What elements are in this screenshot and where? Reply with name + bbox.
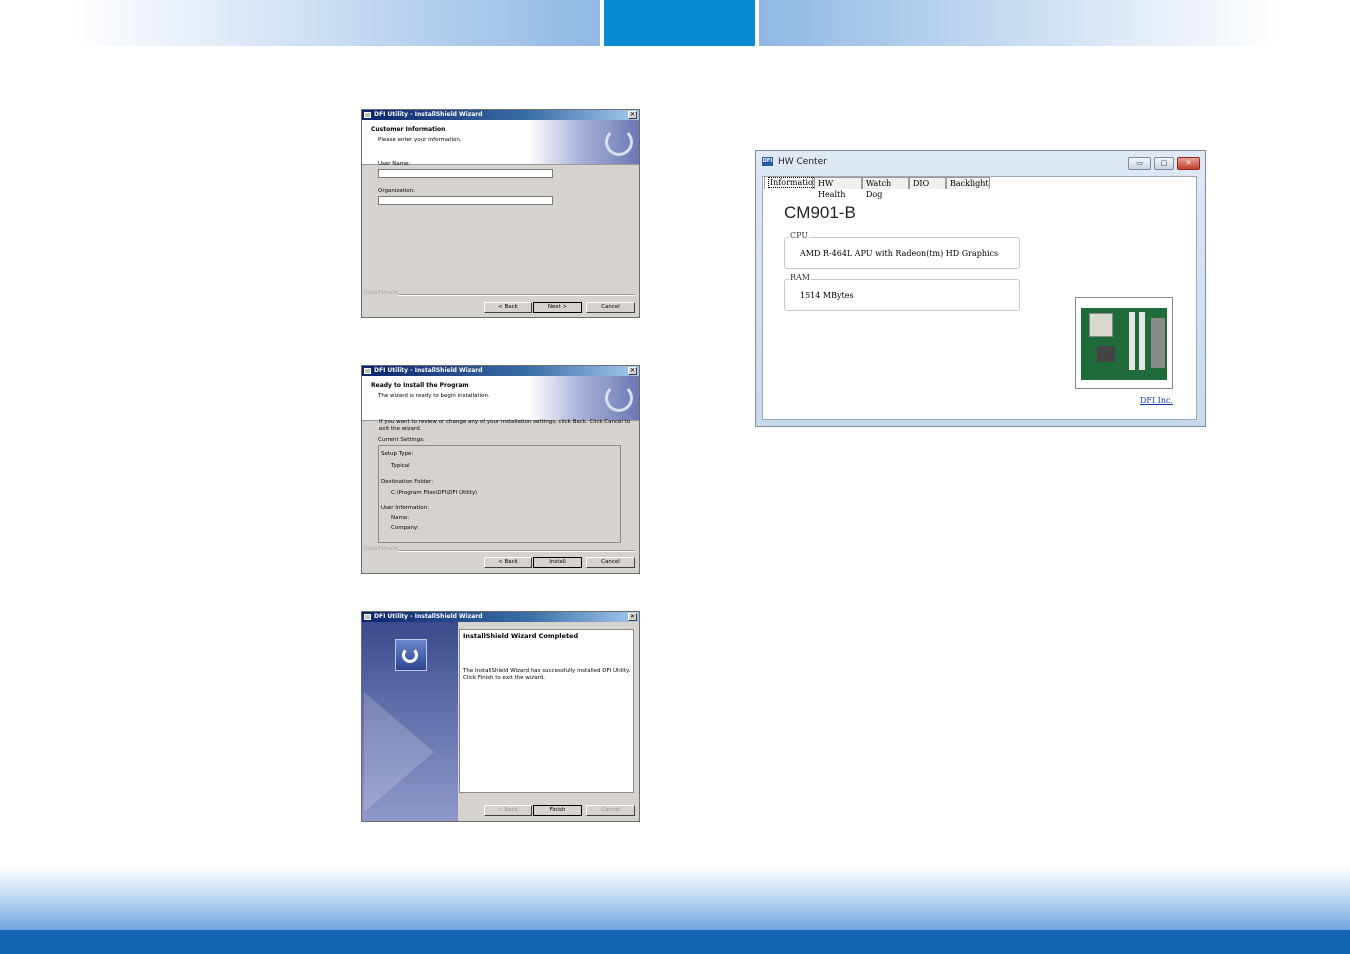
footer-bar	[0, 930, 1350, 954]
chipset	[1097, 346, 1115, 362]
instructions-line-2: exit the wizard.	[379, 426, 422, 432]
cpu-group: CPU AMD R-464L APU with Radeon(tm) HD Gr…	[784, 231, 1020, 269]
wizard-subheading: Please enter your information.	[378, 137, 462, 143]
wizard-banner: Ready to Install the Program The wizard …	[362, 376, 639, 421]
dfi-inc-link[interactable]: DFI Inc.	[1140, 396, 1173, 405]
window-titlebar: DFI Utility - InstallShield Wizard ✕	[362, 612, 639, 622]
tab-backlight[interactable]: Backlight	[946, 177, 990, 189]
motherboard-pcb	[1081, 308, 1167, 380]
user-information-label: User Information:	[381, 505, 429, 511]
current-settings-box: Setup Type: Typical Destination Folder: …	[378, 445, 621, 543]
cpu-value: AMD R-464L APU with Radeon(tm) HD Graphi…	[800, 249, 999, 258]
window-title: DFI Utility - InstallShield Wizard	[374, 613, 483, 620]
current-settings-label: Current Settings:	[378, 437, 425, 443]
tab-label: DIO	[913, 179, 930, 188]
wizard-heading: Ready to Install the Program	[371, 382, 469, 389]
close-icon[interactable]: ✕	[628, 367, 637, 375]
ram-value: 1514 MBytes	[800, 291, 854, 300]
cancel-button[interactable]: Cancel	[586, 557, 635, 568]
destination-folder-value: C:\Program Files\DFI\DFI Utility\	[391, 490, 478, 496]
installshield-window-customer-info: DFI Utility - InstallShield Wizard ✕ Cus…	[361, 109, 640, 318]
footer-band	[0, 866, 1350, 930]
divider	[398, 550, 635, 552]
tab-label: HW Health	[818, 179, 846, 199]
setup-type-label: Setup Type:	[381, 451, 414, 457]
installshield-logo-icon	[605, 384, 633, 412]
completion-panel: InstallShield Wizard Completed The Insta…	[459, 629, 634, 793]
completion-message-line-2: Click Finish to exit the wizard.	[463, 675, 545, 681]
installshield-window-completed: DFI Utility - InstallShield Wizard ✕ Ins…	[361, 611, 640, 822]
divider	[398, 294, 635, 296]
window-titlebar: DFI Utility - InstallShield Wizard ✕	[362, 110, 639, 120]
installshield-app-icon	[364, 368, 371, 374]
organization-field[interactable]	[378, 196, 553, 205]
wizard-subheading: The wizard is ready to begin installatio…	[378, 393, 490, 399]
install-button[interactable]: Install	[533, 557, 582, 568]
installshield-logo-icon	[605, 128, 633, 156]
header-band-left	[0, 0, 600, 46]
company-label: Company:	[391, 525, 419, 531]
next-button[interactable]: Next >	[533, 302, 582, 313]
tab-watch-dog[interactable]: Watch Dog	[862, 177, 909, 199]
wizard-side-panel	[362, 622, 458, 821]
tab-information[interactable]: Information	[764, 176, 821, 189]
dfi-app-icon: DFI	[762, 157, 773, 166]
ram-group: RAM 1514 MBytes	[784, 273, 1020, 311]
setup-type-value: Typical	[391, 463, 410, 469]
header-band-right	[759, 0, 1350, 46]
maximize-icon[interactable]: □	[1154, 157, 1174, 170]
instructions-line-1: If you want to review or change any of y…	[379, 419, 631, 425]
wizard-heading: Customer Information	[371, 126, 446, 133]
ram-label: RAM	[789, 273, 811, 282]
window-titlebar: DFI Utility - InstallShield Wizard ✕	[362, 366, 639, 376]
header-band-accent	[604, 0, 755, 46]
finish-button[interactable]: Finish	[533, 805, 582, 816]
close-icon[interactable]: ✕	[628, 613, 637, 621]
tab-hw-health[interactable]: HW Health	[814, 177, 862, 199]
io-ports	[1151, 318, 1165, 368]
installshield-brand: InstallShield	[364, 290, 398, 296]
back-button[interactable]: < Back	[484, 302, 532, 313]
cpu-label: CPU	[789, 231, 810, 240]
destination-folder-label: Destination Folder:	[381, 479, 434, 485]
organization-label: Organization:	[378, 188, 416, 194]
hw-center-window: DFI HW Center ▭ □ ✕ Information HW Healt…	[755, 150, 1206, 427]
tab-label: Information	[768, 177, 821, 188]
user-name-field[interactable]	[378, 169, 553, 178]
window-title: DFI Utility - InstallShield Wizard	[374, 367, 483, 374]
installshield-window-ready-to-install: DFI Utility - InstallShield Wizard ✕ Rea…	[361, 365, 640, 574]
window-titlebar: DFI HW Center ▭ □ ✕	[756, 151, 1205, 173]
completion-heading: InstallShield Wizard Completed	[463, 632, 579, 640]
side-panel-artwork	[364, 692, 434, 812]
installshield-logo-icon	[395, 639, 427, 671]
window-title: DFI Utility - InstallShield Wizard	[374, 111, 483, 118]
installshield-brand: InstallShield	[364, 546, 398, 552]
minimize-icon[interactable]: ▭	[1128, 157, 1151, 170]
cancel-button[interactable]: Cancel	[586, 302, 635, 313]
close-icon[interactable]: ✕	[1177, 157, 1200, 170]
installshield-app-icon	[364, 614, 371, 620]
close-icon[interactable]: ✕	[628, 111, 637, 119]
window-title: HW Center	[778, 157, 827, 167]
wizard-banner: Customer Information Please enter your i…	[362, 120, 639, 165]
cancel-button[interactable]: Cancel	[586, 805, 635, 816]
memory-slot	[1129, 312, 1135, 370]
memory-slot	[1139, 312, 1145, 370]
completion-message-line-1: The InstallShield Wizard has successfull…	[463, 668, 631, 674]
cpu-socket	[1089, 313, 1113, 337]
tab-label: Backlight	[950, 179, 989, 188]
back-button[interactable]: < Back	[484, 557, 532, 568]
user-name-label: User Name:	[378, 161, 411, 167]
tab-dio[interactable]: DIO	[909, 177, 946, 189]
name-label: Name:	[391, 515, 410, 521]
back-button[interactable]: < Back	[484, 805, 532, 816]
motherboard-photo	[1075, 297, 1173, 389]
installshield-app-icon	[364, 112, 371, 118]
board-model-title: CM901-B	[784, 203, 856, 222]
